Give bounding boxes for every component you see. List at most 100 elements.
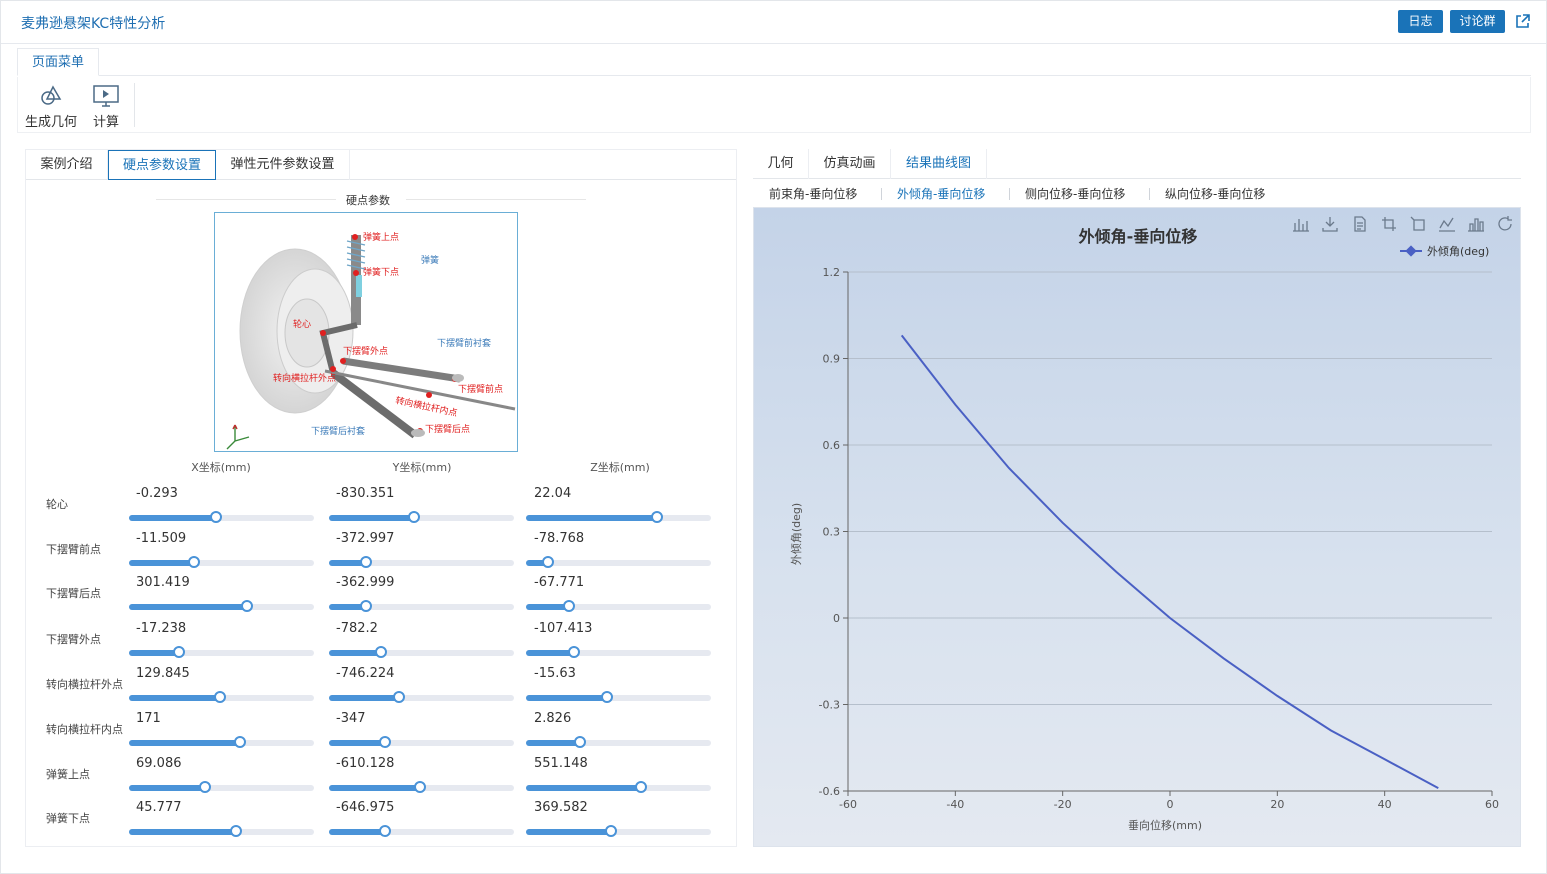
slider-handle[interactable] — [634, 781, 647, 793]
subtab-divider — [881, 188, 882, 200]
slider-handle[interactable] — [230, 825, 243, 837]
hardpoint-value-x[interactable]: -0.293 — [136, 486, 178, 501]
hardpoint-value-z[interactable]: 22.04 — [534, 486, 571, 501]
hardpoint-value-y[interactable]: -830.351 — [336, 486, 394, 501]
slider-handle[interactable] — [408, 511, 421, 523]
hardpoint-value-x[interactable]: -17.238 — [136, 621, 186, 636]
hardpoint-value-z[interactable]: -15.63 — [534, 666, 576, 681]
slider-handle[interactable] — [198, 781, 211, 793]
hardpoint-value-z[interactable]: -67.771 — [534, 575, 584, 590]
hardpoint-value-z[interactable]: -107.413 — [534, 621, 592, 636]
slider-handle[interactable] — [172, 646, 185, 658]
hardpoint-slider-y[interactable] — [329, 781, 514, 793]
suspension-diagram: 弹簧上点 弹簧 弹簧下点 轮心 下摆臂外点 下摆臂前衬套 转向横拉杆外点 下摆臂… — [214, 212, 518, 452]
slider-fill — [129, 740, 240, 746]
hardpoint-slider-x[interactable] — [129, 556, 314, 568]
hardpoint-slider-z[interactable] — [526, 736, 711, 748]
hardpoint-slider-z[interactable] — [526, 511, 711, 523]
generate-geometry-button[interactable]: 生成几何 — [24, 83, 78, 130]
hardpoint-value-x[interactable]: 129.845 — [136, 666, 190, 681]
subtab-camber-vertical[interactable]: 外倾角-垂向位移 — [897, 185, 985, 202]
hardpoint-panel: 案例介绍 硬点参数设置 弹性元件参数设置 硬点参数 弹簧上点 弹簧 弹簧下点 轮… — [25, 149, 737, 847]
suspension-diagram-image: 弹簧上点 弹簧 弹簧下点 轮心 下摆臂外点 下摆臂前衬套 转向横拉杆外点 下摆臂… — [226, 231, 516, 450]
subtab-lateral-vertical[interactable]: 侧向位移-垂向位移 — [1025, 185, 1125, 202]
subtab-longitudinal-vertical[interactable]: 纵向位移-垂向位移 — [1165, 185, 1265, 202]
hardpoint-slider-y[interactable] — [329, 736, 514, 748]
hardpoint-slider-x[interactable] — [129, 600, 314, 612]
hardpoint-value-y[interactable]: -347 — [336, 711, 366, 726]
tab-elastic-settings[interactable]: 弹性元件参数设置 — [216, 150, 350, 180]
slider-handle[interactable] — [378, 736, 391, 748]
slider-handle[interactable] — [360, 600, 372, 612]
page-menu-tab[interactable]: 页面菜单 — [17, 48, 100, 76]
external-link-icon[interactable] — [1514, 13, 1531, 30]
slider-handle[interactable] — [562, 600, 575, 612]
hardpoint-slider-x[interactable] — [129, 691, 314, 703]
x-tick-label: 20 — [1270, 798, 1284, 811]
hardpoint-slider-z[interactable] — [526, 556, 711, 568]
hardpoint-slider-x[interactable] — [129, 646, 314, 658]
log-button[interactable]: 日志 — [1398, 10, 1443, 33]
compute-button[interactable]: 计算 — [86, 83, 126, 130]
hardpoint-slider-x[interactable] — [129, 511, 314, 523]
hardpoint-slider-x[interactable] — [129, 736, 314, 748]
hardpoint-value-y[interactable]: -362.999 — [336, 575, 394, 590]
hardpoint-slider-z[interactable] — [526, 600, 711, 612]
hardpoint-value-x[interactable]: 45.777 — [136, 800, 182, 815]
hardpoint-slider-y[interactable] — [329, 825, 514, 837]
tab-simulation-animation[interactable]: 仿真动画 — [809, 149, 891, 179]
slider-handle[interactable] — [542, 556, 555, 568]
hardpoint-value-x[interactable]: 301.419 — [136, 575, 190, 590]
slider-handle[interactable] — [234, 736, 246, 748]
label-tie-rod-outer: 转向横拉杆外点 — [273, 372, 336, 384]
slider-handle[interactable] — [360, 556, 372, 568]
hardpoint-value-x[interactable]: -11.509 — [136, 531, 186, 546]
slider-handle[interactable] — [374, 646, 387, 658]
hardpoint-value-z[interactable]: 551.148 — [534, 756, 588, 771]
hardpoint-value-y[interactable]: -782.2 — [336, 621, 378, 636]
hardpoint-slider-z[interactable] — [526, 825, 711, 837]
slider-handle[interactable] — [568, 646, 581, 658]
hardpoint-value-z[interactable]: 369.582 — [534, 800, 588, 815]
hardpoint-slider-y[interactable] — [329, 646, 514, 658]
hardpoint-value-y[interactable]: -646.975 — [336, 800, 394, 815]
hardpoint-slider-z[interactable] — [526, 781, 711, 793]
hardpoint-value-z[interactable]: -78.768 — [534, 531, 584, 546]
hardpoint-value-y[interactable]: -610.128 — [336, 756, 394, 771]
slider-handle[interactable] — [209, 511, 222, 523]
slider-handle[interactable] — [605, 825, 618, 837]
hardpoint-slider-y[interactable] — [329, 556, 514, 568]
hardpoint-slider-z[interactable] — [526, 691, 711, 703]
slider-handle[interactable] — [241, 600, 254, 612]
hardpoint-slider-x[interactable] — [129, 781, 314, 793]
hardpoint-value-y[interactable]: -746.224 — [336, 666, 394, 681]
hardpoint-row-label: 下摆臂后点 — [46, 587, 101, 600]
tab-case-intro[interactable]: 案例介绍 — [26, 150, 108, 180]
slider-handle[interactable] — [213, 691, 226, 703]
slider-fill — [129, 560, 194, 566]
toolbar-divider — [134, 83, 135, 127]
slider-handle[interactable] — [573, 736, 586, 748]
slider-handle[interactable] — [187, 556, 200, 568]
slider-handle[interactable] — [378, 825, 391, 837]
hardpoint-slider-y[interactable] — [329, 511, 514, 523]
hardpoint-value-x[interactable]: 171 — [136, 711, 161, 726]
slider-handle[interactable] — [601, 691, 614, 703]
tab-result-curves[interactable]: 结果曲线图 — [891, 149, 987, 179]
hardpoint-slider-y[interactable] — [329, 600, 514, 612]
hardpoint-value-x[interactable]: 69.086 — [136, 756, 182, 771]
tab-geometry[interactable]: 几何 — [753, 149, 809, 179]
hardpoint-slider-z[interactable] — [526, 646, 711, 658]
slider-handle[interactable] — [413, 781, 426, 793]
chart-plot: -0.6 -0.3 0 0.3 0.6 0.9 1.2 -60 -40 -20 0 20 40 60 — [819, 266, 1499, 811]
slider-handle[interactable] — [393, 691, 406, 703]
slider-handle[interactable] — [651, 511, 664, 523]
hardpoint-value-z[interactable]: 2.826 — [534, 711, 571, 726]
hardpoint-value-y[interactable]: -372.997 — [336, 531, 394, 546]
hardpoint-slider-y[interactable] — [329, 691, 514, 703]
discuss-group-button[interactable]: 讨论群 — [1450, 10, 1505, 33]
label-lower-arm-front-bushing: 下摆臂前衬套 — [437, 337, 491, 349]
subtab-toe-vertical[interactable]: 前束角-垂向位移 — [769, 185, 857, 202]
hardpoint-slider-x[interactable] — [129, 825, 314, 837]
tab-hardpoint-settings[interactable]: 硬点参数设置 — [108, 150, 216, 180]
